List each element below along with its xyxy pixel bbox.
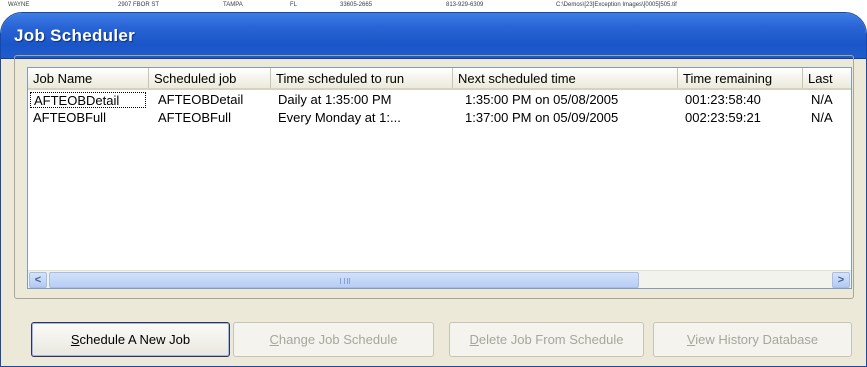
cell-time-to-run: Every Monday at 1:...	[278, 110, 401, 125]
column-header-last[interactable]: Last	[803, 68, 851, 88]
delete-job-mnemonic: D	[469, 332, 479, 347]
title-bar[interactable]: Job Scheduler	[1, 13, 866, 59]
column-header-time-scheduled[interactable]: Time scheduled to run	[271, 68, 453, 88]
schedule-new-job-label: chedule A New Job	[79, 332, 191, 347]
horizontal-scrollbar[interactable]: < >	[28, 270, 851, 288]
scroll-right-icon[interactable]: >	[832, 272, 850, 288]
view-history-label: iew History Database	[695, 332, 819, 347]
column-header-scheduled-job[interactable]: Scheduled job	[149, 68, 271, 88]
cell-scheduled-job: AFTEOBFull	[158, 110, 231, 125]
column-header-time-remaining[interactable]: Time remaining	[678, 68, 803, 88]
cell-time-to-run: Daily at 1:35:00 PM	[278, 92, 392, 107]
bg-cell-path: C:\Demos\[23]Exception Images\[0005]505.…	[556, 2, 677, 8]
change-job-schedule-button[interactable]: Change Job Schedule	[233, 322, 434, 357]
cell-scheduled-job: AFTEOBDetail	[158, 92, 244, 107]
change-job-schedule-label: hange Job Schedule	[278, 332, 398, 347]
scroll-left-icon[interactable]: <	[29, 272, 47, 288]
bg-cell-city: TAMPA	[223, 2, 243, 8]
cell-remaining: 002:23:59:21	[685, 110, 761, 125]
column-header-job-name[interactable]: Job Name	[28, 68, 149, 88]
cell-next-time: 1:35:00 PM on 05/08/2005	[465, 92, 619, 107]
bg-cell-address: 2907 FBOR ST	[118, 2, 160, 8]
delete-job-label: elete Job From Schedule	[478, 332, 624, 347]
cell-last: N/A	[811, 92, 833, 107]
cell-next-time: 1:37:00 PM on 05/09/2005	[465, 110, 619, 125]
grip-icon	[340, 278, 350, 284]
bg-cell-zip: 33605-2665	[340, 2, 373, 8]
cell-last: N/A	[811, 110, 833, 125]
window-title: Job Scheduler	[14, 26, 136, 45]
bg-cell-state: FL	[290, 2, 298, 8]
change-job-schedule-mnemonic: C	[269, 332, 279, 347]
cell-remaining: 001:23:58:40	[685, 92, 761, 107]
table-row[interactable]: AFTEOBFull AFTEOBFull Every Monday at 1:…	[28, 109, 851, 127]
scrollbar-thumb[interactable]	[49, 272, 639, 288]
column-header-next-scheduled[interactable]: Next scheduled time	[453, 68, 678, 88]
jobs-list-view[interactable]: Job Name Scheduled job Time scheduled to…	[27, 67, 852, 289]
view-history-database-button[interactable]: View History Database	[653, 322, 852, 357]
cell-job-name: AFTEOBDetail	[30, 92, 146, 108]
list-header: Job Name Scheduled job Time scheduled to…	[28, 68, 851, 90]
schedule-new-job-button[interactable]: Schedule A New Job	[31, 322, 230, 357]
bg-cell-name: WAYNE	[8, 2, 30, 8]
schedule-new-job-mnemonic: S	[70, 332, 80, 347]
bg-cell-phone: 813-929-6309	[446, 2, 484, 8]
table-row[interactable]: AFTEOBDetail AFTEOBDetail Daily at 1:35:…	[28, 91, 851, 109]
delete-job-button[interactable]: Delete Job From Schedule	[449, 322, 644, 357]
cell-job-name: AFTEOBFull	[33, 110, 106, 125]
